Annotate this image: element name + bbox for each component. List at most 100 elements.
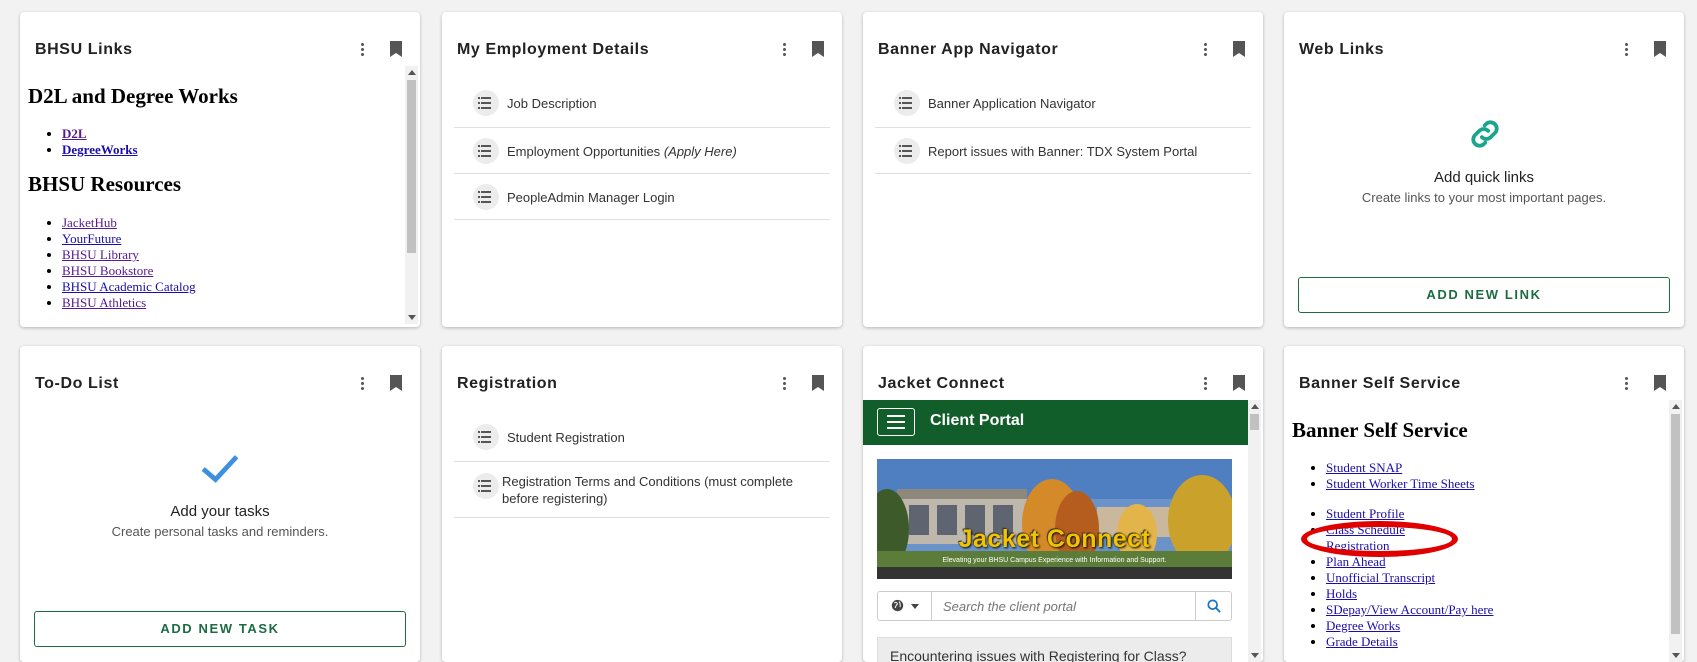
link-student-snap[interactable]: Student SNAP: [1326, 460, 1402, 475]
scroll-down-arrow[interactable]: [1672, 653, 1680, 658]
list-icon: [473, 184, 499, 210]
banner-title: Jacket Connect: [958, 525, 1151, 553]
search-icon: [1207, 599, 1221, 613]
globe-icon: [891, 599, 904, 612]
section-heading: BHSU Resources: [28, 172, 182, 196]
banner-tagline: Elevating your BHSU Campus Experience wi…: [942, 557, 1167, 564]
more-options-icon[interactable]: [1619, 376, 1633, 392]
scroll-down-arrow[interactable]: [1251, 653, 1259, 658]
notice-box[interactable]: Encountering issues with Registering for…: [877, 637, 1232, 662]
link-athletics[interactable]: BHSU Athletics: [62, 295, 146, 310]
card-banner-app-navigator: Banner App Navigator Banner Application …: [863, 12, 1263, 327]
link-holds[interactable]: Holds: [1326, 586, 1357, 601]
bookmark-icon[interactable]: [812, 41, 824, 57]
search-button[interactable]: [1195, 592, 1231, 620]
card-header: Jacket Connect: [863, 346, 1263, 398]
bookmark-icon[interactable]: [390, 41, 402, 57]
card-todo-list: To-Do List Add your tasks Create persona…: [20, 346, 420, 662]
list-item-label: Student Registration: [507, 430, 625, 445]
scroll-thumb[interactable]: [1250, 414, 1259, 430]
list-icon: [894, 90, 920, 116]
list-item[interactable]: Report issues with Banner: TDX System Po…: [875, 128, 1251, 174]
scroll-thumb[interactable]: [1671, 414, 1680, 634]
bookmark-icon[interactable]: [1233, 41, 1245, 57]
scrollbar[interactable]: [1669, 400, 1682, 662]
language-dropdown[interactable]: [878, 592, 932, 620]
more-options-icon[interactable]: [777, 42, 791, 58]
empty-state: Add your tasks Create personal tasks and…: [20, 503, 420, 539]
card-header: My Employment Details: [442, 12, 842, 64]
section-heading: Banner Self Service: [1292, 418, 1468, 442]
link-sdepay[interactable]: SDepay/View Account/Pay here: [1326, 602, 1493, 617]
empty-title: Add quick links: [1433, 169, 1535, 186]
checkmark-icon: [202, 455, 238, 483]
list-item[interactable]: Banner Application Navigator: [875, 78, 1251, 128]
card-title: Jacket Connect: [878, 375, 1005, 392]
section-heading: D2L and Degree Works: [28, 84, 238, 108]
link-degree-works[interactable]: Degree Works: [1326, 618, 1400, 633]
add-new-link-button[interactable]: ADD NEW LINK: [1298, 277, 1670, 313]
bookmark-icon[interactable]: [1233, 375, 1245, 391]
list-icon: [473, 473, 499, 499]
link-grade-details[interactable]: Grade Details: [1326, 634, 1398, 649]
link-d2l[interactable]: D2L: [62, 126, 87, 141]
link-catalog[interactable]: BHSU Academic Catalog: [62, 279, 196, 294]
card-header: Web Links: [1284, 12, 1684, 64]
scroll-up-arrow[interactable]: [1672, 404, 1680, 409]
link-time-sheets[interactable]: Student Worker Time Sheets: [1326, 476, 1475, 491]
list-item-label: Report issues with Banner: TDX System Po…: [928, 144, 1198, 159]
annotation-circle: [1301, 521, 1458, 557]
list-item[interactable]: Job Description: [454, 78, 830, 128]
link-list: JacketHub YourFuture BHSU Library BHSU B…: [28, 215, 398, 311]
portal-search: [877, 591, 1232, 621]
scrollbar[interactable]: [405, 66, 418, 324]
scroll-up-arrow[interactable]: [1251, 404, 1259, 409]
bookmark-icon[interactable]: [390, 375, 402, 391]
list-item-label: Registration Terms and Conditions (must …: [502, 474, 793, 506]
add-new-task-button[interactable]: ADD NEW TASK: [34, 611, 406, 647]
scroll-thumb[interactable]: [407, 80, 416, 253]
link-unofficial-transcript[interactable]: Unofficial Transcript: [1326, 570, 1435, 585]
link-jackethub[interactable]: JacketHub: [62, 215, 117, 230]
notice-text: Encountering issues with Registering for…: [890, 648, 1187, 662]
more-options-icon[interactable]: [1619, 42, 1633, 58]
empty-state: Add quick links Create links to your mos…: [1284, 169, 1684, 205]
empty-title: Add your tasks: [170, 503, 270, 520]
link-yourfuture[interactable]: YourFuture: [62, 231, 121, 246]
link-library[interactable]: BHSU Library: [62, 247, 139, 262]
empty-subtitle: Create personal tasks and reminders.: [111, 524, 329, 539]
scroll-down-arrow[interactable]: [408, 315, 416, 320]
card-registration: Registration Student Registration Regist…: [442, 346, 842, 662]
more-options-icon[interactable]: [355, 376, 369, 392]
search-input[interactable]: [933, 592, 1168, 620]
bookmark-icon[interactable]: [1654, 41, 1666, 57]
bookmark-icon[interactable]: [812, 375, 824, 391]
list-item-label: PeopleAdmin Manager Login: [507, 190, 675, 205]
more-options-icon[interactable]: [1198, 376, 1212, 392]
link-bookstore[interactable]: BHSU Bookstore: [62, 263, 153, 278]
list-item[interactable]: Registration Terms and Conditions (must …: [454, 462, 830, 518]
card-employment-details: My Employment Details Job Description Em…: [442, 12, 842, 327]
apply-note: (Apply Here): [663, 144, 737, 159]
scrollbar[interactable]: [1248, 400, 1261, 662]
chevron-down-icon: [911, 604, 919, 609]
bookmark-icon[interactable]: [1654, 375, 1666, 391]
more-options-icon[interactable]: [355, 42, 369, 58]
card-title: Banner App Navigator: [878, 41, 1059, 58]
list-item[interactable]: PeopleAdmin Manager Login: [454, 174, 830, 220]
empty-subtitle: Create links to your most important page…: [1361, 190, 1607, 205]
more-options-icon[interactable]: [1198, 42, 1212, 58]
portal-title: Client Portal: [930, 412, 1025, 429]
list-item[interactable]: Student Registration: [454, 412, 830, 462]
card-header: Registration: [442, 346, 842, 398]
menu-icon[interactable]: [877, 408, 915, 436]
list-item[interactable]: Employment Opportunities (Apply Here): [454, 128, 830, 174]
card-header: BHSU Links: [20, 12, 420, 64]
list-icon: [473, 424, 499, 450]
card-title: Registration: [457, 375, 558, 392]
link-student-profile[interactable]: Student Profile: [1326, 506, 1404, 521]
more-options-icon[interactable]: [777, 376, 791, 392]
scroll-up-arrow[interactable]: [408, 70, 416, 75]
portal-header: Client Portal: [863, 400, 1250, 445]
link-degreeworks[interactable]: DegreeWorks: [62, 142, 138, 157]
